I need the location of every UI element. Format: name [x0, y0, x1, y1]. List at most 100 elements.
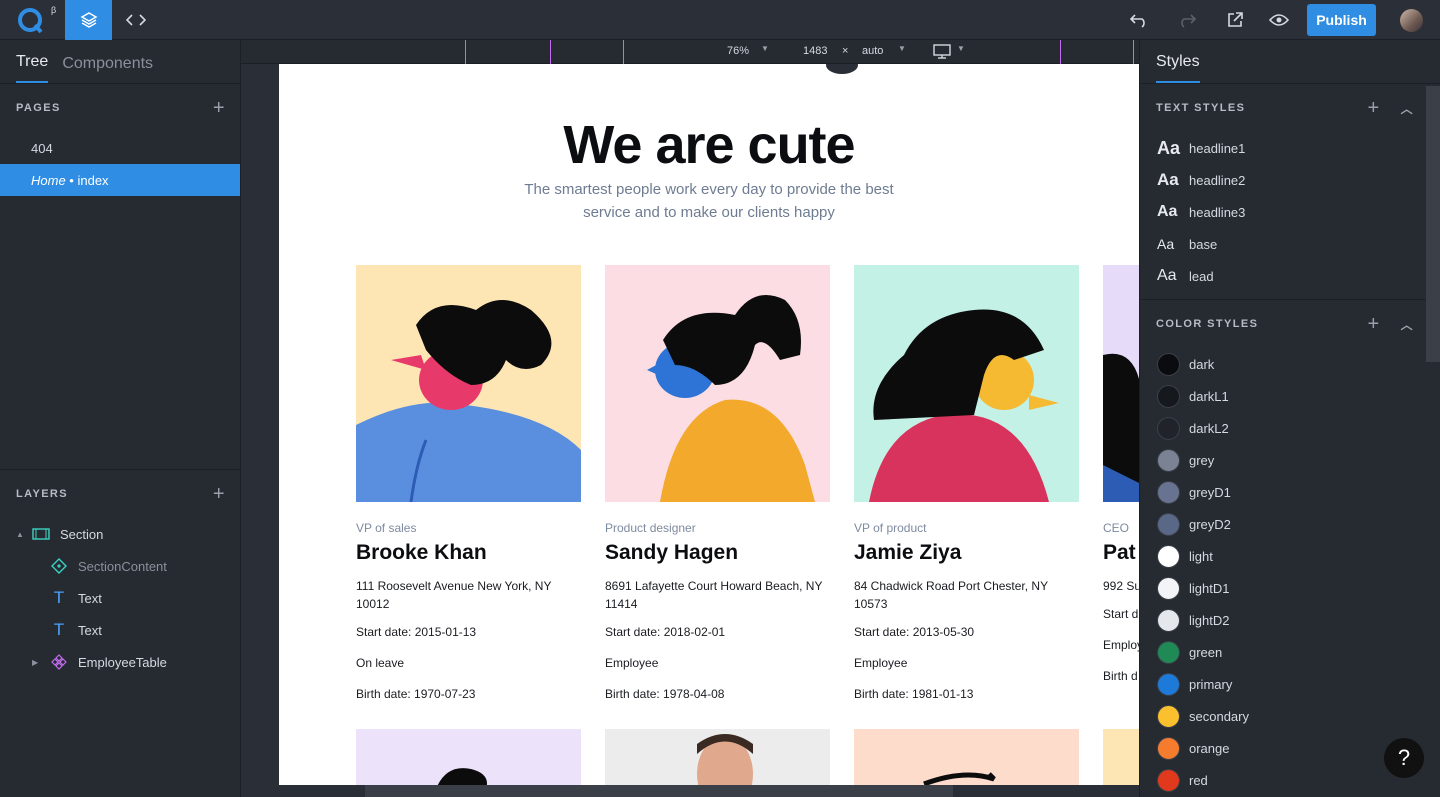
employee-address: 992 Su	[1103, 579, 1139, 593]
layer-employee-table[interactable]: ▶ EmployeeTable	[0, 646, 240, 678]
employee-status: Employee	[854, 656, 908, 670]
color-swatch	[1157, 608, 1180, 632]
add-color-style-plus-icon[interactable]: +	[1368, 313, 1381, 336]
tab-tree[interactable]: Tree	[16, 53, 49, 83]
caret-right-icon[interactable]: ▶	[32, 658, 50, 667]
vertical-scrollbar[interactable]	[1426, 86, 1440, 362]
page-subtitle[interactable]: The smartest people work every day to pr…	[524, 178, 894, 224]
layer-text-2[interactable]: T Text	[0, 614, 240, 646]
layer-section-content[interactable]: SectionContent	[0, 550, 240, 582]
color-style-item[interactable]: secondary	[1140, 700, 1440, 732]
text-style-item[interactable]: Aa headline1	[1140, 132, 1440, 164]
open-external-button[interactable]	[1213, 0, 1257, 40]
color-style-item[interactable]: dark	[1140, 348, 1440, 380]
color-style-label: secondary	[1189, 708, 1249, 724]
layers-section: LAYERS + ▲ Section SectionContent T Text…	[0, 469, 240, 678]
color-style-item[interactable]: light	[1140, 540, 1440, 572]
page-item-404[interactable]: 404	[0, 132, 240, 164]
employee-name: Sandy Hagen	[605, 541, 739, 564]
text-style-item[interactable]: Aa headline2	[1140, 164, 1440, 196]
undo-button[interactable]	[1117, 0, 1161, 40]
text-styles-header: TEXT STYLES + ︿	[1140, 84, 1440, 132]
employee-card[interactable]: Product designer Sandy Hagen 8691 Lafaye…	[605, 265, 830, 701]
page-title[interactable]: We are cute	[279, 114, 1139, 176]
employee-card[interactable]: VP of sales Brooke Khan 111 Roosevelt Av…	[356, 265, 581, 701]
drag-handle[interactable]	[826, 64, 858, 74]
color-style-label: orange	[1189, 740, 1230, 756]
color-style-item[interactable]: primary	[1140, 668, 1440, 700]
color-style-item[interactable]: lightD1	[1140, 572, 1440, 604]
color-swatch	[1157, 384, 1180, 408]
chevron-up-icon[interactable]: ︿	[1401, 100, 1414, 117]
breakpoint-guide	[1060, 40, 1061, 64]
user-avatar[interactable]	[1400, 9, 1423, 32]
text-style-item[interactable]: Aa base	[1140, 228, 1440, 260]
app-logo[interactable]: β	[0, 0, 64, 40]
height-input[interactable]: auto	[862, 45, 883, 57]
tab-styles[interactable]: Styles	[1156, 53, 1200, 83]
text-styles-header-label: TEXT STYLES	[1156, 102, 1246, 114]
text-style-item[interactable]: Aa lead	[1140, 260, 1440, 292]
color-style-item[interactable]: darkL2	[1140, 412, 1440, 444]
breakpoint-guide	[465, 40, 466, 64]
employee-start-date: Start d	[1103, 607, 1139, 621]
preview-button[interactable]	[1257, 0, 1301, 40]
redo-button[interactable]	[1165, 0, 1209, 40]
caret-down-icon[interactable]: ▲	[16, 530, 32, 539]
add-layer-plus-icon[interactable]: +	[213, 483, 226, 506]
color-style-item[interactable]: green	[1140, 636, 1440, 668]
add-page-plus-icon[interactable]: +	[213, 97, 226, 120]
breakpoint-guide	[1133, 40, 1134, 64]
color-style-label: lightD2	[1189, 612, 1230, 628]
code-view-button[interactable]	[112, 0, 159, 40]
chevron-up-icon[interactable]: ︿	[1401, 316, 1414, 333]
breakpoint-guide	[623, 40, 624, 64]
desktop-icon[interactable]	[933, 44, 951, 62]
employee-start-date: Start date: 2018-02-01	[605, 625, 726, 639]
width-input[interactable]: 1483	[803, 45, 827, 57]
layer-text-1[interactable]: T Text	[0, 582, 240, 614]
color-style-item[interactable]: greyD1	[1140, 476, 1440, 508]
employee-status: Employee	[605, 656, 659, 670]
help-button[interactable]: ?	[1384, 738, 1424, 778]
employee-role: Product designer	[605, 521, 696, 535]
employee-illustration	[605, 265, 830, 502]
employee-role: VP of product	[854, 521, 927, 535]
color-style-item[interactable]: grey	[1140, 444, 1440, 476]
employee-illustration	[1103, 729, 1139, 785]
text-style-aa-icon: Aa	[1157, 236, 1175, 252]
employee-role: VP of sales	[356, 521, 417, 535]
horizontal-scrollbar[interactable]	[365, 785, 953, 797]
color-style-label: red	[1189, 772, 1208, 788]
zoom-select[interactable]: 76%	[727, 45, 749, 57]
employee-illustration	[854, 265, 1079, 502]
page-item-index[interactable]: Home • index	[0, 164, 240, 196]
publish-button[interactable]: Publish	[1307, 4, 1376, 36]
color-swatch	[1157, 768, 1180, 792]
text-style-label: headline3	[1189, 204, 1246, 220]
employee-card[interactable]: CEO Pat 992 Su Start d Employ Birth d	[1103, 265, 1139, 683]
layer-section[interactable]: ▲ Section	[0, 518, 240, 550]
component-instance-icon	[50, 654, 68, 670]
employee-birth-date: Birth date: 1981-01-13	[854, 687, 974, 701]
text-style-item[interactable]: Aa headline3	[1140, 196, 1440, 228]
page-preview[interactable]: We are cute The smartest people work eve…	[279, 64, 1139, 785]
text-style-aa-icon: Aa	[1157, 203, 1178, 220]
color-swatch	[1157, 512, 1180, 536]
text-icon: T	[53, 620, 65, 639]
layers-header-label: LAYERS	[16, 488, 69, 500]
add-text-style-plus-icon[interactable]: +	[1368, 97, 1381, 120]
color-style-item[interactable]: darkL1	[1140, 380, 1440, 412]
color-style-item[interactable]: lightD2	[1140, 604, 1440, 636]
color-style-item[interactable]: greyD2	[1140, 508, 1440, 540]
page-item-separator: •	[65, 172, 78, 188]
employee-card[interactable]: VP of product Jamie Ziya 84 Chadwick Roa…	[854, 265, 1079, 701]
layers-header: LAYERS +	[0, 470, 240, 518]
pages-header: PAGES +	[0, 84, 240, 132]
employee-birth-date: Birth date: 1970-07-23	[356, 687, 476, 701]
dimension-separator: ×	[842, 45, 849, 57]
tab-components[interactable]: Components	[62, 55, 153, 83]
employee-status: Employ	[1103, 638, 1139, 652]
layers-toggle-button[interactable]	[65, 0, 112, 40]
text-style-aa-icon: Aa	[1157, 137, 1181, 158]
